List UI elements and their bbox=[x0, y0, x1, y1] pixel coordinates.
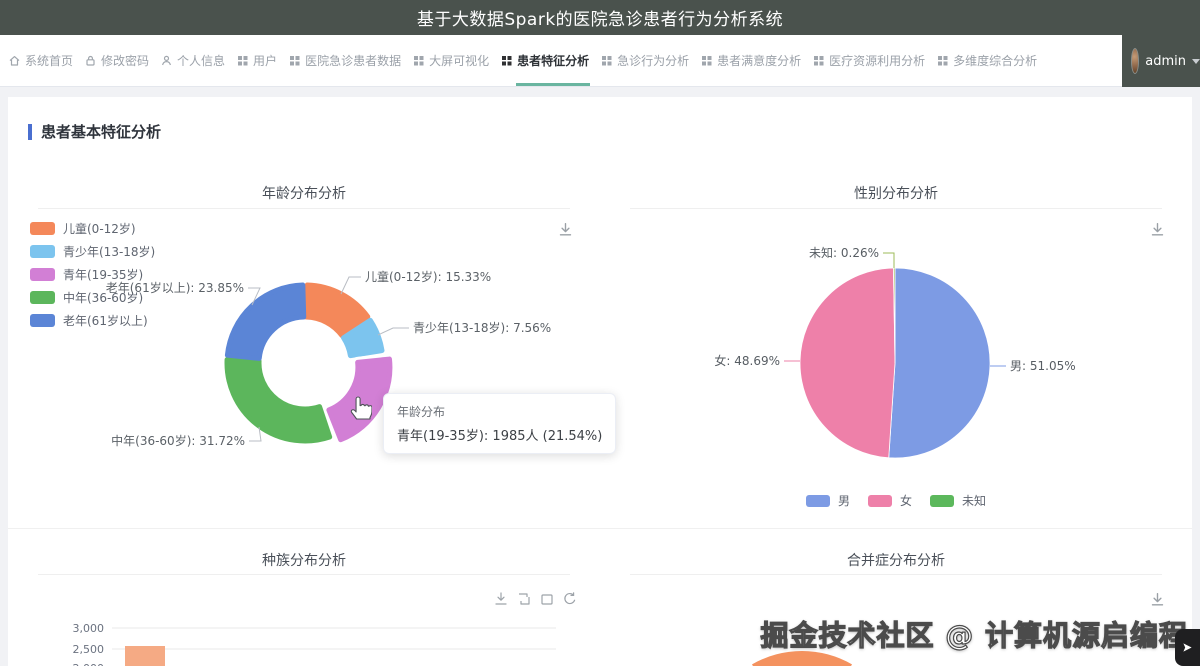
label-leader-line bbox=[378, 328, 409, 335]
tooltip-value: 青年(19-35岁): 1985人 (21.54%) bbox=[397, 425, 602, 444]
gender-pie-chart: 男: 51.05% 女: 48.69% 未知: 0.26% bbox=[600, 165, 1192, 528]
grid-icon bbox=[600, 54, 613, 67]
pie-slice-男[interactable] bbox=[889, 268, 990, 458]
age-distribution-card: 年龄分布分析 儿童(0-12岁)青少年(13-18岁)青年(19-35岁)中年(… bbox=[8, 165, 600, 528]
watermark: 掘金技术社区 @ 计算机源启编程 bbox=[761, 614, 1189, 654]
chart-label: 3,000 bbox=[73, 622, 105, 635]
donut-slice-中年(36-60岁)[interactable] bbox=[227, 360, 330, 441]
chart-label: 青少年(13-18岁): 7.56% bbox=[413, 320, 551, 335]
nav-item-label: 患者满意度分析 bbox=[716, 50, 802, 71]
app-header: 基于大数据Spark的医院急诊患者行为分析系统 bbox=[0, 0, 1200, 35]
section-header: 患者基本特征分析 bbox=[8, 97, 1192, 165]
chart-label: 男: 51.05% bbox=[1010, 359, 1076, 373]
chart-label: 老年(61岁以上): 23.85% bbox=[106, 280, 244, 295]
legend-swatch bbox=[806, 495, 830, 507]
legend-swatch bbox=[868, 495, 892, 507]
charts-row-1: 年龄分布分析 儿童(0-12岁)青少年(13-18岁)青年(19-35岁)中年(… bbox=[8, 165, 1192, 528]
nav-item-9[interactable]: 患者满意度分析 bbox=[700, 50, 802, 71]
chart-label: 2,000 bbox=[73, 662, 105, 666]
section-accent-bar bbox=[28, 124, 32, 140]
tooltip-series-name: 年龄分布 bbox=[397, 403, 602, 420]
donut-slice-老年(61岁以上)[interactable] bbox=[227, 285, 303, 358]
race-bar-chart: 3,000 2,500 2,000 bbox=[8, 529, 600, 666]
grid-icon bbox=[288, 54, 301, 67]
floating-widget[interactable] bbox=[1175, 629, 1200, 666]
nav-item-1[interactable]: 系统首页 bbox=[8, 50, 74, 71]
username: admin bbox=[1145, 54, 1186, 69]
widget-arrow-icon bbox=[1182, 642, 1193, 653]
race-distribution-card: 种族分布分析 3,0002,5002,000 bbox=[8, 529, 600, 666]
chart-label: 儿童(0-12岁): 15.33% bbox=[365, 269, 491, 284]
nav-item-6[interactable]: 大屏可视化 bbox=[412, 50, 490, 71]
gender-legend: 男 女 未知 bbox=[600, 492, 1192, 509]
page-title: 患者基本特征分析 bbox=[41, 121, 161, 142]
chart-label: 中年(36-60岁): 31.72% bbox=[111, 433, 245, 448]
nav-item-11[interactable]: 多维度综合分析 bbox=[936, 50, 1038, 71]
chevron-down-icon bbox=[1192, 59, 1200, 64]
nav-item-label: 急诊行为分析 bbox=[616, 50, 690, 71]
home-icon bbox=[8, 54, 21, 67]
nav-item-label: 大屏可视化 bbox=[428, 50, 490, 71]
nav-item-label: 医疗资源利用分析 bbox=[828, 50, 926, 71]
nav-item-2[interactable]: 修改密码 bbox=[84, 50, 150, 71]
age-donut-chart: 儿童(0-12岁): 15.33% 青少年(13-18岁): 7.56% 中年(36… bbox=[8, 165, 600, 528]
legend-swatch bbox=[930, 495, 954, 507]
grid-icon bbox=[812, 54, 825, 67]
lock-icon bbox=[84, 54, 97, 67]
nav-item-3[interactable]: 个人信息 bbox=[160, 50, 226, 71]
grid-icon bbox=[412, 54, 425, 67]
chart-label: 未知: 0.26% bbox=[809, 246, 879, 260]
legend-label: 男 bbox=[838, 492, 850, 509]
main-nav: 系统首页 修改密码 个人信息 用户 医院急诊患者数据 大屏可视化 患者特征分析 急诊行为分析 患… bbox=[0, 35, 1200, 87]
nav-item-5[interactable]: 医院急诊患者数据 bbox=[288, 50, 402, 71]
chart-label: 女: 48.69% bbox=[714, 353, 780, 368]
grid-icon bbox=[700, 54, 713, 67]
content-area: 患者基本特征分析 年龄分布分析 儿童(0-12岁)青少年(13-18岁)青年(1… bbox=[0, 87, 1200, 666]
nav-item-label: 系统首页 bbox=[24, 50, 74, 71]
legend-item[interactable]: 女 bbox=[868, 492, 912, 509]
nav-item-8[interactable]: 急诊行为分析 bbox=[600, 50, 690, 71]
legend-label: 未知 bbox=[962, 492, 986, 509]
label-leader-line bbox=[249, 427, 261, 441]
label-leader-line bbox=[883, 253, 894, 268]
chart-tooltip: 年龄分布 青年(19-35岁): 1985人 (21.54%) bbox=[383, 393, 616, 454]
content-panel: 患者基本特征分析 年龄分布分析 儿童(0-12岁)青少年(13-18岁)青年(1… bbox=[8, 97, 1192, 666]
nav-item-10[interactable]: 医疗资源利用分析 bbox=[812, 50, 926, 71]
pie-slice-女[interactable] bbox=[800, 268, 895, 458]
gender-distribution-card: 性别分布分析 男: 51.05%女: 48.69%未知: 0.26% 男女未知 bbox=[600, 165, 1192, 528]
nav-item-label: 个人信息 bbox=[176, 50, 226, 71]
legend-label: 女 bbox=[900, 492, 912, 509]
nav-item-label: 医院急诊患者数据 bbox=[304, 50, 402, 71]
grid-icon bbox=[236, 54, 249, 67]
nav-item-7[interactable]: 患者特征分析 bbox=[500, 50, 590, 71]
grid-icon bbox=[500, 54, 513, 67]
chart-label: 2,500 bbox=[73, 643, 105, 656]
user-menu[interactable]: admin bbox=[1122, 35, 1200, 87]
grid-icon bbox=[936, 54, 949, 67]
label-leader-line bbox=[341, 277, 361, 294]
nav-list: 系统首页 修改密码 个人信息 用户 医院急诊患者数据 大屏可视化 患者特征分析 急诊行为分析 患… bbox=[8, 50, 1038, 71]
user-icon bbox=[160, 54, 173, 67]
nav-item-label: 患者特征分析 bbox=[516, 50, 590, 71]
avatar bbox=[1131, 48, 1139, 74]
app-root: 基于大数据Spark的医院急诊患者行为分析系统 系统首页 修改密码 个人信息 用户 医院… bbox=[0, 0, 1200, 666]
nav-item-label: 修改密码 bbox=[100, 50, 150, 71]
bar-1[interactable] bbox=[125, 646, 165, 666]
nav-item-label: 用户 bbox=[252, 50, 278, 71]
legend-item[interactable]: 未知 bbox=[930, 492, 986, 509]
nav-item-4[interactable]: 用户 bbox=[236, 50, 278, 71]
nav-item-label: 多维度综合分析 bbox=[952, 50, 1038, 71]
legend-item[interactable]: 男 bbox=[806, 492, 850, 509]
app-title: 基于大数据Spark的医院急诊患者行为分析系统 bbox=[417, 5, 783, 30]
